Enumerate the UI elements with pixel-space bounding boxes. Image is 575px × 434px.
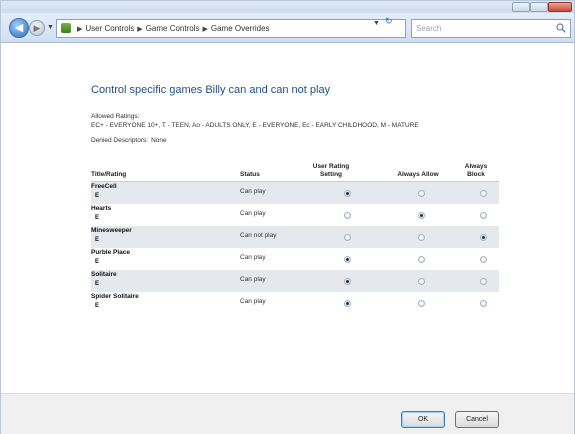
back-arrow-icon[interactable]: ◀ [9, 18, 29, 38]
column-header-always-block-line2: Block [467, 171, 485, 178]
radio-always-block[interactable] [480, 212, 487, 219]
game-title: Purble Place [91, 249, 131, 256]
address-dropdown-icon[interactable]: ▼ [373, 20, 380, 27]
game-status: Can play [240, 188, 266, 195]
column-header-user-rating-line2: Setting [319, 171, 343, 178]
game-title: Hearts [91, 205, 112, 212]
game-rating: E [95, 215, 100, 221]
radio-always-allow[interactable] [418, 190, 425, 197]
breadcrumb-separator-icon: ▶ [202, 26, 208, 33]
table-row: Minesweeper E Can not play [91, 226, 499, 248]
table-row: Purble Place E Can play [91, 248, 499, 270]
radio-user-rating-setting[interactable] [344, 234, 351, 241]
table-row: Hearts E Can play [91, 204, 499, 226]
search-input[interactable]: Search [411, 19, 571, 38]
refresh-icon[interactable]: ↻ [385, 16, 393, 27]
forward-arrow-icon[interactable]: ▶ [29, 20, 45, 36]
column-header-user-rating: User Rating Setting [306, 163, 356, 179]
radio-user-rating-setting[interactable] [344, 278, 351, 285]
radio-user-rating-setting[interactable] [344, 190, 351, 197]
radio-always-block[interactable] [480, 234, 487, 241]
column-header-status: Status [240, 171, 260, 178]
game-status: Can play [240, 210, 266, 217]
game-title: Spider Solitaire [91, 293, 139, 300]
denied-descriptors: Denied Descriptors: None [91, 137, 167, 144]
radio-user-rating-setting[interactable] [344, 300, 351, 307]
denied-descriptors-value: None [151, 137, 167, 144]
navigation-bar: ◀ ▶ ▼ ▶ User Controls ▶ Game Controls ▶ Game … [1, 13, 574, 43]
radio-always-allow[interactable] [418, 278, 425, 285]
game-status: Can play [240, 254, 266, 261]
radio-always-allow[interactable] [418, 256, 425, 263]
radio-user-rating-setting[interactable] [344, 212, 351, 219]
radio-always-block[interactable] [480, 278, 487, 285]
cancel-button[interactable]: Cancel [455, 411, 499, 428]
allowed-ratings-value: EC+ - EVERYONE 10+, T - TEEN, Ao - ADULT… [91, 122, 419, 129]
breadcrumb-game-overrides[interactable]: Game Overrides [211, 24, 270, 33]
game-rating: E [95, 303, 100, 309]
column-header-title: Title/Rating [91, 171, 127, 178]
game-status: Can play [240, 276, 266, 283]
game-title: Minesweeper [91, 227, 132, 234]
column-header-always-block-line1: Always [464, 163, 488, 170]
radio-user-rating-setting[interactable] [344, 256, 351, 263]
breadcrumb-user-controls[interactable]: User Controls [85, 24, 134, 33]
column-header-always-allow: Always Allow [397, 171, 439, 178]
address-bar[interactable]: ▶ User Controls ▶ Game Controls ▶ Game Overri… [56, 19, 406, 38]
table-row: Spider Solitaire E Can play [91, 292, 499, 314]
table-header: Title/Rating Status User Rating Setting A… [91, 162, 499, 182]
radio-always-block[interactable] [480, 300, 487, 307]
breadcrumb-game-controls[interactable]: Game Controls [146, 24, 200, 33]
search-placeholder: Search [416, 24, 442, 33]
allowed-ratings-label: Allowed Ratings: [91, 113, 140, 120]
main-content: Control specific games Billy can and can… [1, 44, 574, 393]
radio-always-block[interactable] [480, 190, 487, 197]
column-header-always-block: Always Block [461, 163, 491, 179]
page-title: Control specific games Billy can and can… [91, 84, 331, 96]
search-icon[interactable] [556, 23, 566, 33]
game-status: Can play [240, 298, 266, 305]
button-bar: OK Cancel [1, 393, 574, 434]
game-title: Solitaire [91, 271, 117, 278]
table-row: Solitaire E Can play [91, 270, 499, 292]
breadcrumb-separator-icon: ▶ [137, 26, 143, 33]
radio-always-block[interactable] [480, 256, 487, 263]
minimize-button[interactable] [512, 2, 530, 12]
game-rating: E [95, 237, 100, 243]
window: ◀ ▶ ▼ ▶ User Controls ▶ Game Controls ▶ Game … [0, 0, 575, 434]
denied-descriptors-label: Denied Descriptors: [91, 137, 149, 144]
game-title: FreeCell [91, 183, 117, 190]
column-header-user-rating-line1: User Rating [312, 163, 350, 170]
radio-always-allow[interactable] [418, 300, 425, 307]
title-bar [1, 1, 574, 13]
maximize-button[interactable] [530, 2, 548, 12]
game-status: Can not play [240, 232, 277, 239]
ok-button[interactable]: OK [401, 411, 445, 428]
game-rating: E [95, 281, 100, 287]
close-button[interactable] [548, 2, 572, 12]
recent-pages-dropdown-icon[interactable]: ▼ [47, 24, 54, 31]
game-rating: E [95, 193, 100, 199]
breadcrumb-separator-icon: ▶ [77, 26, 83, 33]
radio-always-allow[interactable] [418, 212, 425, 219]
game-rating: E [95, 259, 100, 265]
game-overrides-table: Title/Rating Status User Rating Setting A… [91, 162, 499, 314]
table-row: FreeCell E Can play [91, 182, 499, 204]
radio-always-allow[interactable] [418, 234, 425, 241]
control-panel-icon [61, 23, 71, 33]
